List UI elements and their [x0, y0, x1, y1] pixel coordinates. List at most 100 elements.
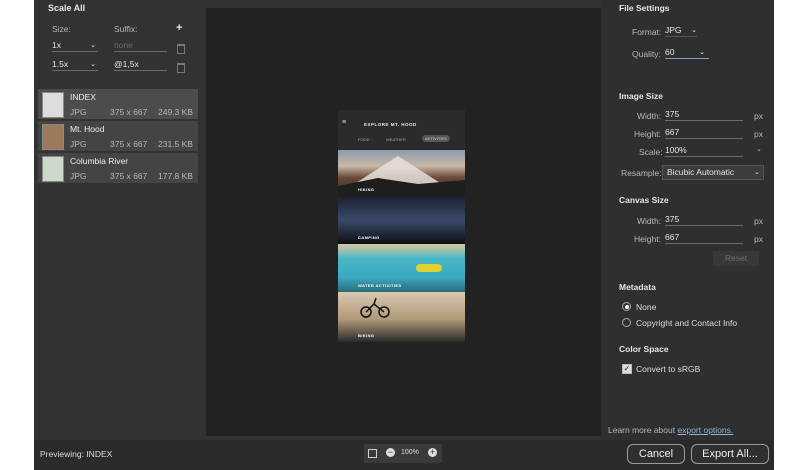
preview-canvas: ≡ EXPLORE MT. HOOD FOOD WEATHER ACTIVITI… [206, 8, 601, 436]
trash-icon[interactable] [177, 63, 185, 73]
learn-more-text: Learn more about export options. [608, 425, 733, 435]
asset-thumbnail [42, 92, 64, 118]
format-value: JPG [665, 25, 682, 35]
metadata-none-label: None [636, 302, 657, 312]
asset-row[interactable]: Mt. Hood JPG 375 x 667 231.5 KB [38, 121, 198, 151]
fit-icon[interactable] [368, 449, 377, 458]
bottom-bar: Previewing: INDEX − 100% + Cancel Export… [34, 440, 774, 470]
suffix-input-2[interactable]: @1,5x [114, 59, 167, 71]
card-caption: BIKING [358, 333, 375, 338]
resample-label: Resample: [621, 168, 662, 178]
asset-dims: 375 x 667 [110, 139, 148, 149]
size-value-2: 1.5x [52, 59, 69, 69]
phone-preview: ≡ EXPLORE MT. HOOD FOOD WEATHER ACTIVITI… [338, 110, 465, 342]
asset-name: INDEX [70, 92, 96, 102]
asset-row[interactable]: INDEX JPG 375 x 667 249.3 KB [38, 89, 198, 119]
unit-label: px [754, 216, 763, 226]
image-size-title: Image Size [619, 91, 663, 101]
size-select-2[interactable]: 1.5x ⌄ [52, 59, 98, 71]
previewing-value: INDEX [86, 449, 113, 459]
quality-label: Quality: [632, 49, 661, 59]
scale-all-title: Scale All [48, 3, 86, 13]
hamburger-icon: ≡ [342, 119, 347, 126]
canvas-size-title: Canvas Size [619, 195, 669, 205]
image-width-label: Width: [637, 111, 662, 121]
raft-graphic [416, 264, 442, 272]
zoom-out-icon[interactable]: − [386, 448, 395, 457]
hiking-card: HIKING [338, 150, 465, 196]
scale-label: Scale: [639, 147, 663, 157]
suffix-value-2: @1,5x [114, 59, 139, 69]
quality-input[interactable]: 60 ⌄ [665, 47, 709, 59]
asset-thumbnail [42, 156, 64, 182]
suffix-placeholder-1: none [114, 40, 133, 50]
reset-button[interactable]: Reset [713, 251, 759, 266]
zoom-controls: − 100% + [364, 444, 442, 463]
biking-card: BIKING [338, 292, 465, 342]
checkmark-icon: ✓ [623, 364, 631, 373]
chevron-down-icon: ⌄ [90, 42, 96, 49]
color-space-title: Color Space [619, 344, 669, 354]
image-height-input[interactable]: 667 [665, 127, 743, 139]
suffix-column-label: Suffix: [114, 24, 138, 34]
canvas-width-value: 375 [665, 214, 680, 224]
size-column-label: Size: [52, 24, 71, 34]
asset-row[interactable]: Columbia River JPG 375 x 667 177.8 KB [38, 153, 198, 183]
canvas-height-value: 667 [665, 232, 680, 242]
preview-header: EXPLORE MT. HOOD [364, 122, 417, 127]
scale-panel: Scale All Size: Suffix: + 1x ⌄ none 1.5x… [34, 0, 199, 440]
metadata-title: Metadata [619, 282, 656, 292]
resample-select[interactable]: Bicubic Automatic ⌄ [662, 165, 764, 180]
previewing-text: Previewing: INDEX [40, 449, 112, 459]
metadata-copyright-radio[interactable] [622, 318, 631, 327]
canvas-height-label: Height: [634, 234, 661, 244]
asset-dims: 375 x 667 [110, 171, 148, 181]
card-caption: HIKING [358, 187, 375, 192]
cancel-button[interactable]: Cancel [627, 444, 685, 464]
asset-name: Mt. Hood [70, 124, 105, 134]
chevron-down-icon: ⌄ [754, 169, 760, 176]
export-all-button[interactable]: Export All... [691, 444, 769, 464]
zoom-level: 100% [401, 449, 419, 456]
image-width-value: 375 [665, 109, 680, 119]
asset-thumbnail [42, 124, 64, 150]
canvas-width-input[interactable]: 375 [665, 214, 743, 226]
zoom-in-icon[interactable]: + [428, 448, 437, 457]
asset-format: JPG [70, 171, 87, 181]
image-height-label: Height: [634, 129, 661, 139]
size-select-1[interactable]: 1x ⌄ [52, 40, 98, 52]
trash-icon[interactable] [177, 44, 185, 54]
asset-dims: 375 x 667 [110, 107, 148, 117]
unit-label: px [754, 234, 763, 244]
preview-tab: WEATHER [386, 137, 406, 142]
preview-tab-active: ACTIVITIES [422, 135, 450, 142]
file-settings-title: File Settings [619, 3, 670, 13]
scale-select[interactable]: 100% [665, 145, 743, 157]
convert-srgb-label: Convert to sRGB [636, 364, 701, 374]
format-select[interactable]: JPG ⌄ [665, 25, 697, 37]
chevron-down-icon[interactable]: ⌄ [756, 145, 762, 153]
previewing-label: Previewing: [40, 449, 84, 459]
size-value-1: 1x [52, 40, 61, 50]
resample-value: Bicubic Automatic [667, 167, 735, 177]
image-width-input[interactable]: 375 [665, 109, 743, 121]
export-options-link[interactable]: export options. [677, 425, 733, 435]
unit-label: px [754, 111, 763, 121]
suffix-input-1[interactable]: none [114, 40, 167, 52]
quality-value: 60 [665, 47, 675, 57]
metadata-copyright-label: Copyright and Contact Info [636, 318, 738, 328]
canvas-width-label: Width: [637, 216, 662, 226]
metadata-none-radio[interactable] [622, 302, 631, 311]
asset-format: JPG [70, 107, 87, 117]
card-caption: CAMPING [358, 235, 380, 240]
image-height-value: 667 [665, 127, 680, 137]
chevron-down-icon: ⌄ [699, 49, 705, 56]
camping-card: CAMPING [338, 196, 465, 244]
asset-size: 177.8 KB [158, 171, 193, 181]
asset-size: 249.3 KB [158, 107, 193, 117]
add-scale-button[interactable]: + [176, 22, 182, 34]
convert-srgb-checkbox[interactable]: ✓ [622, 364, 632, 374]
canvas-height-input[interactable]: 667 [665, 232, 743, 244]
preview-tab: FOOD [358, 137, 370, 142]
export-dialog: Scale All Size: Suffix: + 1x ⌄ none 1.5x… [34, 0, 774, 470]
